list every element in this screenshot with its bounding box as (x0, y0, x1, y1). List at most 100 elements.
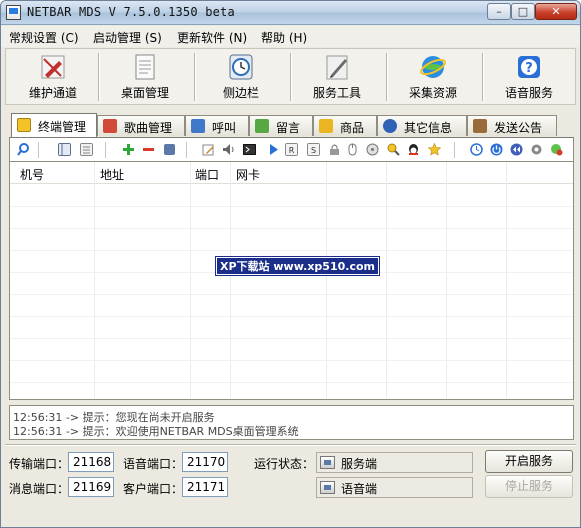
menu-startup-management[interactable]: 启动管理 (S) (93, 29, 162, 46)
start-service-button[interactable]: 开启服务 (485, 450, 573, 473)
run-status-label: 运行状态： (254, 457, 315, 471)
toolbar-label: 服务工具 (312, 86, 361, 100)
power-icon[interactable] (490, 143, 503, 156)
menu-bar: 常规设置 (C) 启动管理 (S) 更新软件 (N) 帮助 (H) (1, 26, 580, 47)
maintenance-channel-button[interactable]: 维护通道 (10, 51, 96, 103)
terminal-table[interactable]: 机号 地址 端口 网卡 XP下载站 www.xp510.com (9, 162, 574, 400)
column-header-address[interactable]: 地址 (100, 166, 124, 183)
grid-column-line (230, 162, 231, 398)
remove-icon[interactable] (142, 143, 155, 156)
voice-service-button[interactable]: ? 语音服务 (486, 51, 572, 103)
mouse-icon[interactable] (346, 143, 359, 156)
toolbar-label: 维护通道 (28, 86, 77, 100)
toolbar-label: 语音服务 (504, 86, 553, 100)
window-title: NETBAR MDS V 7.5.0.1350 beta (27, 5, 235, 19)
schedule-icon[interactable] (470, 143, 483, 156)
close-button[interactable]: ✕ (535, 3, 577, 20)
grid-column-line (506, 162, 507, 398)
menu-help[interactable]: 帮助 (H) (261, 29, 307, 46)
stop-service-button[interactable]: 停止服务 (485, 475, 573, 498)
disc-icon[interactable] (366, 143, 379, 156)
sidebar-button[interactable]: 侧边栏 (198, 51, 284, 103)
toolbar-separator (105, 142, 106, 158)
tab-goods[interactable]: 商品 (313, 115, 377, 136)
svg-text:S: S (311, 146, 316, 155)
grid-row-line (10, 250, 573, 251)
grid-row-line (10, 316, 573, 317)
menu-update-software[interactable]: 更新软件 (N) (177, 29, 247, 46)
key-r-icon[interactable]: R (285, 143, 298, 156)
tab-send-announcement[interactable]: 发送公告 (467, 115, 557, 136)
column-header-nic[interactable]: 网卡 (236, 166, 260, 183)
column-header-port[interactable]: 端口 (195, 166, 219, 183)
console-icon[interactable] (243, 143, 256, 156)
minimize-button[interactable]: – (487, 3, 511, 20)
network-close-icon[interactable] (550, 143, 563, 156)
message-port-field[interactable]: 21169 (68, 477, 114, 497)
tab-label: 呼叫 (212, 121, 237, 135)
toolbar-separator (386, 53, 388, 101)
transfer-port-field[interactable]: 21168 (68, 452, 114, 472)
transfer-port-label: 传输端口： (9, 457, 70, 471)
grid-row-line (10, 338, 573, 339)
lock-icon[interactable] (328, 143, 341, 156)
star-icon[interactable] (428, 143, 441, 156)
list-view-icon[interactable] (80, 143, 93, 156)
voice-server-icon (320, 481, 335, 494)
speaker-icon[interactable] (222, 143, 235, 156)
tab-terminal-management[interactable]: 终端管理 (11, 113, 97, 137)
toolbar-separator (194, 53, 196, 101)
grid-column-line (94, 162, 95, 398)
voice-status: 语音端 (316, 477, 473, 498)
search-icon[interactable] (17, 143, 30, 156)
client-port-field[interactable]: 21171 (182, 477, 228, 497)
toolbar-separator (454, 142, 455, 158)
toolbar-label: 侧边栏 (222, 86, 259, 100)
tab-message[interactable]: 留言 (249, 115, 313, 136)
document-icon (135, 54, 155, 80)
tab-label: 发送公告 (494, 121, 543, 135)
server-icon (320, 456, 335, 469)
grid-row-line (10, 294, 573, 295)
grid-row-line (10, 360, 573, 361)
tab-label: 其它信息 (404, 121, 453, 135)
server-status: 服务端 (316, 452, 473, 473)
collect-resources-button[interactable]: 采集资源 (390, 51, 476, 103)
mail-icon (319, 119, 333, 133)
grid-view-icon[interactable] (58, 143, 71, 156)
gear-icon[interactable] (530, 143, 543, 156)
tab-other-info[interactable]: 其它信息 (377, 115, 467, 136)
grid-row-line (10, 228, 573, 229)
svg-text:R: R (289, 146, 295, 155)
tab-call[interactable]: 呼叫 (185, 115, 249, 136)
grid-row-line (10, 206, 573, 207)
tab-label: 商品 (340, 121, 365, 135)
column-header-number[interactable]: 机号 (20, 166, 44, 183)
info-icon (383, 119, 397, 133)
service-tools-button[interactable]: 服务工具 (294, 51, 380, 103)
log-panel: 12:56:31 -> 提示：您现在尚未开启服务 12:56:31 -> 提示：… (9, 405, 574, 440)
edit-icon[interactable] (202, 143, 215, 156)
grid-column-line (190, 162, 191, 398)
scan-icon[interactable] (387, 143, 400, 156)
voice-port-field[interactable]: 21170 (182, 452, 228, 472)
main-window: NETBAR MDS V 7.5.0.1350 beta – □ ✕ 常规设置 … (0, 0, 581, 528)
tab-song-management[interactable]: 歌曲管理 (97, 115, 185, 136)
stop-icon[interactable] (163, 143, 176, 156)
toolbar-separator (38, 142, 39, 158)
add-icon[interactable] (122, 143, 135, 156)
key-s-icon[interactable]: S (307, 143, 320, 156)
title-bar[interactable]: NETBAR MDS V 7.5.0.1350 beta – □ ✕ (1, 1, 580, 25)
menu-general-settings[interactable]: 常规设置 (C) (9, 29, 79, 46)
rewind-icon[interactable] (510, 143, 523, 156)
qq-icon[interactable] (407, 143, 420, 156)
grid-column-line (386, 162, 387, 398)
play-icon[interactable] (267, 143, 280, 156)
watermark-banner: XP下载站 www.xp510.com (215, 256, 380, 276)
maximize-button[interactable]: □ (511, 3, 535, 20)
tab-label: 歌曲管理 (124, 121, 173, 135)
desktop-management-button[interactable]: 桌面管理 (102, 51, 188, 103)
main-toolbar: 维护通道 桌面管理 侧边栏 服务工具 采集资源 ? 语音服务 (5, 48, 576, 105)
client-port-label: 客户端口： (123, 482, 184, 496)
app-icon (6, 5, 21, 20)
